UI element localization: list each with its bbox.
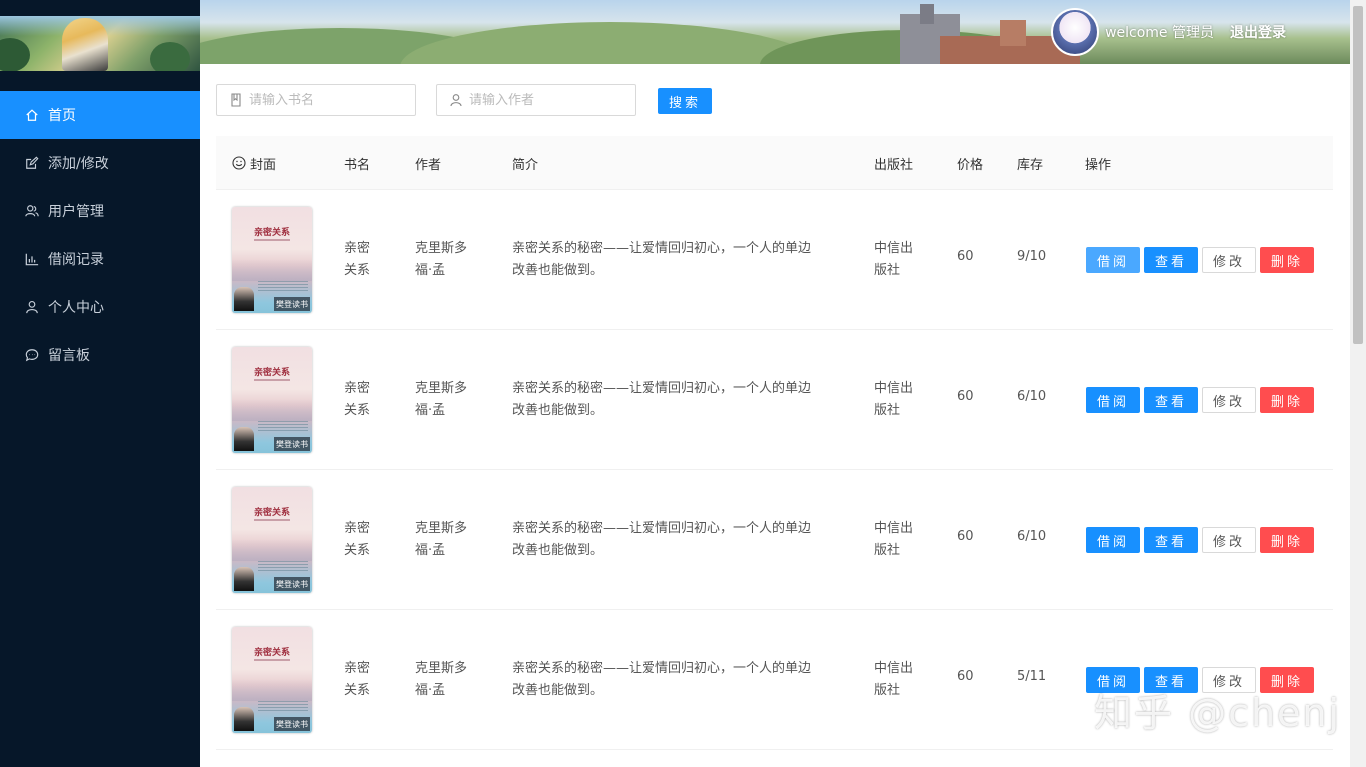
- book-stock: 5/11: [1017, 669, 1047, 684]
- home-icon: [24, 107, 40, 123]
- edit-button[interactable]: 修改: [1202, 387, 1256, 413]
- edit-button[interactable]: 修改: [1202, 527, 1256, 553]
- book-cover-image[interactable]: 亲密关系 樊登读书: [232, 347, 312, 453]
- user-icon: [449, 93, 463, 107]
- sidebar-menu: 首页 添加/修改 用户管理 借阅记录 个人中心 留言板: [0, 91, 200, 379]
- column-header-cover: 封面: [232, 136, 276, 190]
- delete-button[interactable]: 删除: [1260, 247, 1314, 273]
- book-price: 60: [957, 249, 974, 264]
- book-publisher: 中信出 版社: [874, 381, 914, 418]
- book-price: 60: [957, 669, 974, 684]
- book-author: 克里斯多 福·孟: [415, 381, 468, 418]
- sidebar-item-label: 留言板: [48, 348, 90, 364]
- view-button[interactable]: 查看: [1144, 247, 1198, 273]
- cover-badge: 樊登读书: [274, 717, 310, 731]
- header-user-area: welcome 管理员 退出登录: [1051, 0, 1350, 64]
- edit-icon: [24, 155, 40, 171]
- book-title: 亲密 关系: [344, 521, 371, 558]
- column-header-author: 作者: [415, 157, 442, 173]
- welcome-text: welcome 管理员: [1105, 25, 1214, 41]
- book-description: 亲密关系的秘密——让爱情回归初心，一个人的单边 改善也能做到。: [512, 381, 812, 418]
- view-button[interactable]: 查看: [1144, 527, 1198, 553]
- column-header-publisher: 出版社: [874, 157, 914, 173]
- book-cover-image[interactable]: 亲密关系 樊登读书: [232, 207, 312, 313]
- user-icon: [24, 299, 40, 315]
- book-price: 60: [957, 529, 974, 544]
- book-author: 克里斯多 福·孟: [415, 661, 468, 698]
- edit-button[interactable]: 修改: [1202, 247, 1256, 273]
- book-title: 亲密 关系: [344, 381, 371, 418]
- avatar[interactable]: [1051, 8, 1100, 56]
- sidebar-item-label: 个人中心: [48, 300, 104, 316]
- table-row: 亲密关系 樊登读书 亲密 关系 克里斯多 福·孟 亲密关系的秘密——让爱情回归初心，…: [216, 190, 1333, 330]
- sidebar-item-home[interactable]: 首页: [0, 91, 200, 139]
- page-scrollbar[interactable]: [1350, 0, 1366, 767]
- sidebar: 首页 添加/修改 用户管理 借阅记录 个人中心 留言板: [0, 0, 200, 767]
- column-header-price: 价格: [957, 157, 984, 173]
- book-name-input[interactable]: [249, 92, 399, 108]
- book-publisher: 中信出 版社: [874, 521, 914, 558]
- users-icon: [24, 203, 40, 219]
- sidebar-item-message-board[interactable]: 留言板: [0, 331, 200, 379]
- table-row: 亲密关系 樊登读书 亲密 关系 克里斯多 福·孟 亲密关系的秘密——让爱情回归初心，…: [216, 470, 1333, 610]
- book-title: 亲密 关系: [344, 661, 371, 698]
- smile-icon: [232, 156, 246, 170]
- sidebar-item-label: 用户管理: [48, 204, 104, 220]
- cover-badge: 樊登读书: [274, 577, 310, 591]
- column-header-description: 简介: [512, 157, 539, 173]
- borrow-button[interactable]: 借阅: [1086, 387, 1140, 413]
- delete-button[interactable]: 删除: [1260, 387, 1314, 413]
- column-header-stock: 库存: [1017, 157, 1044, 173]
- sidebar-banner-image: [0, 16, 200, 71]
- book-author: 克里斯多 福·孟: [415, 241, 468, 278]
- book-table: 封面 书名 作者 简介 出版社 价格 库存 操作 亲密关系 樊登读书 亲密 关系 …: [216, 136, 1333, 750]
- book-description: 亲密关系的秘密——让爱情回归初心，一个人的单边 改善也能做到。: [512, 661, 812, 698]
- search-button[interactable]: 搜索: [658, 88, 712, 114]
- book-icon: [229, 93, 243, 107]
- header-banner: welcome 管理员 退出登录: [200, 0, 1350, 64]
- bar-chart-icon: [24, 251, 40, 267]
- sidebar-item-profile[interactable]: 个人中心: [0, 283, 200, 331]
- cover-badge: 樊登读书: [274, 297, 310, 311]
- sidebar-item-label: 首页: [48, 108, 76, 124]
- book-description: 亲密关系的秘密——让爱情回归初心，一个人的单边 改善也能做到。: [512, 521, 812, 558]
- book-author: 克里斯多 福·孟: [415, 521, 468, 558]
- book-description: 亲密关系的秘密——让爱情回归初心，一个人的单边 改善也能做到。: [512, 241, 812, 278]
- borrow-button[interactable]: 借阅: [1086, 247, 1140, 273]
- delete-button[interactable]: 删除: [1260, 527, 1314, 553]
- sidebar-item-user-management[interactable]: 用户管理: [0, 187, 200, 235]
- row-actions: 借阅 查看 修改 删除: [1086, 387, 1318, 413]
- row-actions: 借阅 查看 修改 删除: [1086, 247, 1318, 273]
- column-header-title: 书名: [344, 157, 371, 173]
- sidebar-item-label: 添加/修改: [48, 156, 109, 172]
- book-stock: 6/10: [1017, 529, 1047, 544]
- table-row: 亲密关系 樊登读书 亲密 关系 克里斯多 福·孟 亲密关系的秘密——让爱情回归初心，…: [216, 330, 1333, 470]
- sidebar-item-label: 借阅记录: [48, 252, 104, 268]
- book-title: 亲密 关系: [344, 241, 371, 278]
- book-publisher: 中信出 版社: [874, 241, 914, 278]
- author-search-field[interactable]: [436, 84, 636, 116]
- borrow-button[interactable]: 借阅: [1086, 527, 1140, 553]
- sidebar-item-borrow-records[interactable]: 借阅记录: [0, 235, 200, 283]
- table-header: 封面 书名 作者 简介 出版社 价格 库存 操作: [216, 136, 1333, 190]
- book-cover-image[interactable]: 亲密关系 樊登读书: [232, 627, 312, 733]
- cover-badge: 樊登读书: [274, 437, 310, 451]
- book-publisher: 中信出 版社: [874, 661, 914, 698]
- book-cover-image[interactable]: 亲密关系 樊登读书: [232, 487, 312, 593]
- book-stock: 6/10: [1017, 389, 1047, 404]
- watermark: 知乎 @chenj: [1094, 691, 1342, 735]
- book-stock: 9/10: [1017, 249, 1047, 264]
- column-header-actions: 操作: [1085, 157, 1112, 173]
- sidebar-item-add-edit[interactable]: 添加/修改: [0, 139, 200, 187]
- logout-link[interactable]: 退出登录: [1230, 22, 1286, 42]
- scrollbar-thumb[interactable]: [1353, 6, 1363, 344]
- author-input[interactable]: [469, 92, 619, 108]
- book-name-search-field[interactable]: [216, 84, 416, 116]
- message-icon: [24, 347, 40, 363]
- view-button[interactable]: 查看: [1144, 387, 1198, 413]
- book-price: 60: [957, 389, 974, 404]
- row-actions: 借阅 查看 修改 删除: [1086, 527, 1318, 553]
